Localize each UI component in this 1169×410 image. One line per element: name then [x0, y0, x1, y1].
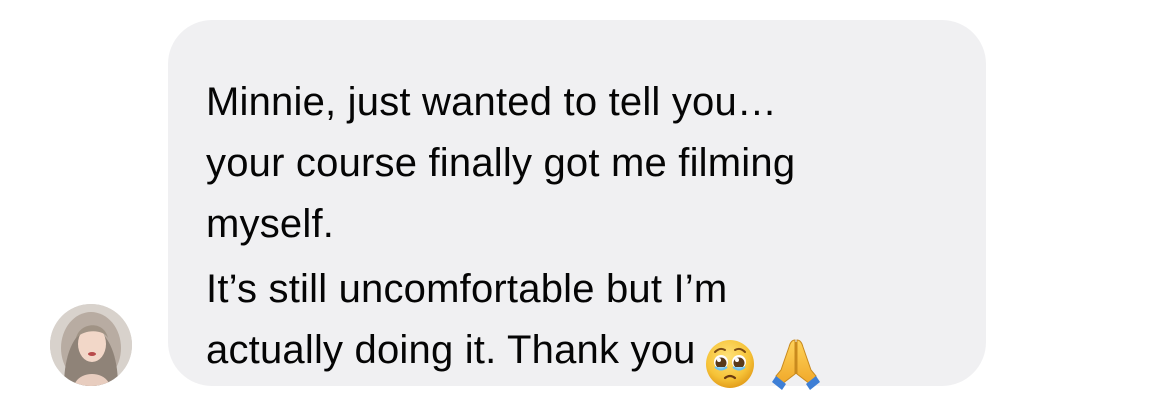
message-line-text: actually doing it. Thank you	[206, 328, 696, 372]
message-row: Minnie, just wanted to tell you… your co…	[0, 0, 1169, 410]
avatar[interactable]	[50, 304, 132, 386]
message-line: Minnie, just wanted to tell you…	[206, 80, 778, 124]
message-line: your course finally got me filming	[206, 141, 796, 185]
message-line: myself.	[206, 202, 335, 246]
pleading-face-icon	[702, 334, 758, 390]
emoji-group	[702, 330, 824, 391]
message-line: It’s still uncomfortable but I’m	[206, 267, 728, 311]
avatar-image	[50, 304, 132, 386]
message-bubble[interactable]: Minnie, just wanted to tell you… your co…	[168, 20, 986, 391]
message-last-line: actually doing it. Thank you	[206, 320, 956, 391]
folded-hands-icon	[768, 334, 824, 391]
